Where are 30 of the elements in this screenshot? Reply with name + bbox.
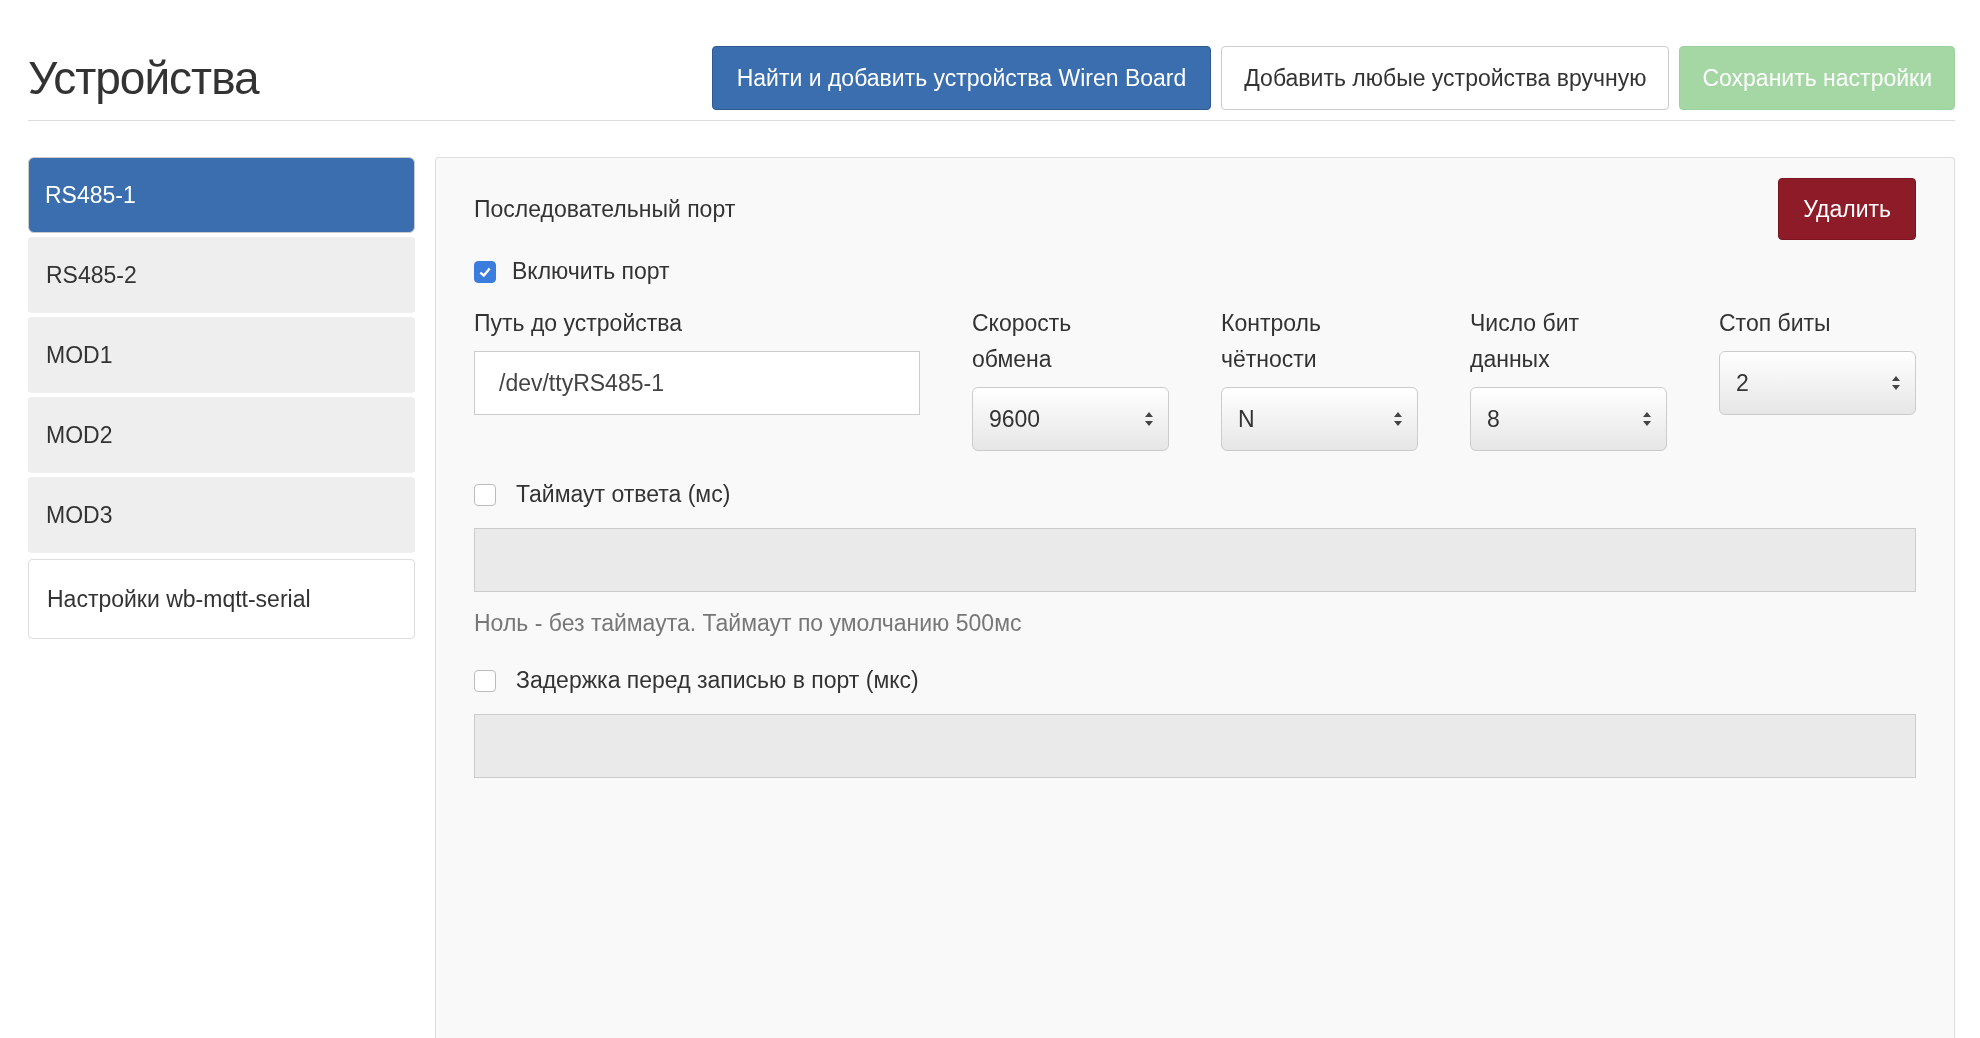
- header-button[interactable]: Найти и добавить устройства Wiren Board: [711, 46, 1212, 110]
- sidebar-item[interactable]: RS485-1: [28, 157, 415, 233]
- field-label: Стоп биты: [1719, 309, 1832, 338]
- path-field[interactable]: /dev/ttyRS485-1: [474, 351, 920, 415]
- panel-title: Последовательный порт: [474, 195, 736, 223]
- page-title: Устройства: [28, 51, 259, 105]
- updown-arrow-icon: [1891, 375, 1901, 391]
- checkbox-label: Задержка перед записью в порт (мкс): [516, 667, 919, 694]
- select-field[interactable]: 9600: [972, 387, 1169, 451]
- updown-arrow-icon: [1642, 411, 1652, 427]
- select-field[interactable]: N: [1221, 387, 1418, 451]
- sidebar-item[interactable]: MOD1: [28, 317, 415, 393]
- select-field[interactable]: 2: [1719, 351, 1916, 415]
- checkbox-label: Таймаут ответа (мс): [516, 481, 731, 508]
- help-text: Ноль - без таймаута. Таймаут по умолчанию 500мс: [474, 610, 1023, 637]
- select-field[interactable]: 8: [1470, 387, 1667, 451]
- field-label: Контроль чётности: [1221, 309, 1322, 374]
- sidebar-item[interactable]: MOD2: [28, 397, 415, 473]
- updown-arrow-icon: [1393, 411, 1403, 427]
- sidebar-item[interactable]: RS485-2: [28, 237, 415, 313]
- updown-arrow-icon: [1144, 411, 1154, 427]
- checkbox[interactable]: [474, 260, 496, 283]
- sidebar-item[interactable]: MOD3: [28, 477, 415, 553]
- checkbox-label: Включить порт: [512, 258, 670, 285]
- header-button[interactable]: Добавить любые устройства вручную: [1221, 46, 1670, 110]
- field-label: Число бит данных: [1470, 309, 1581, 374]
- field-label: Путь до устройства: [474, 309, 684, 338]
- sidebar-item[interactable]: Настройки wb-mqtt-serial: [28, 559, 415, 639]
- field-label: Скорость обмена: [972, 309, 1073, 374]
- delete-button[interactable]: Удалить: [1778, 178, 1916, 240]
